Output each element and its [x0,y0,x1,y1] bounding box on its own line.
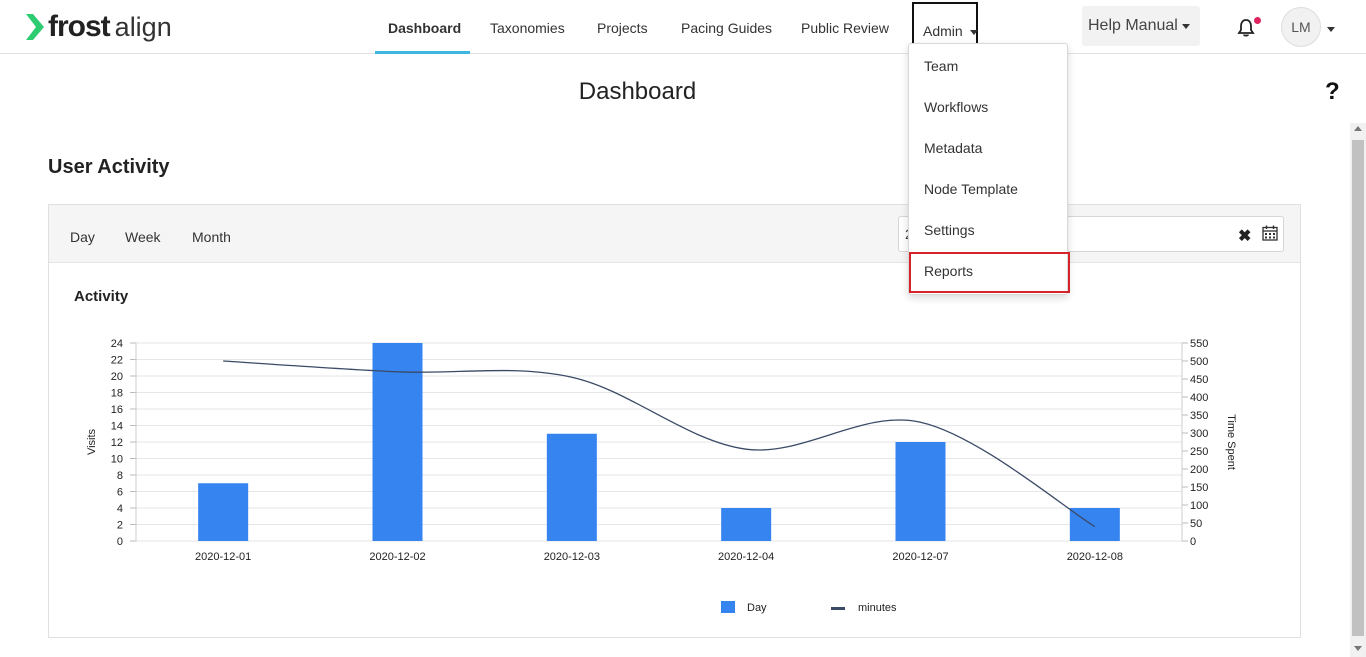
y-tick-label: 16 [111,404,123,416]
scroll-down-arrow-icon[interactable] [1354,646,1362,651]
chevron-down-icon [970,30,978,35]
user-avatar[interactable]: LM [1281,7,1321,47]
menu-item-workflows[interactable]: Workflows [924,99,988,115]
y2-tick-label: 500 [1190,356,1208,368]
y-tick-label: 24 [111,338,123,350]
y-tick-label: 0 [117,536,123,548]
help-manual-label: Help Manual [1088,17,1178,34]
y-tick-label: 2 [117,520,123,532]
y-tick-label: 20 [111,371,123,383]
top-navbar: frost align Dashboard Taxonomies Project… [0,0,1366,54]
active-nav-indicator [375,51,470,54]
x-tick-label: 2020-12-02 [369,551,425,563]
y2-tick-label: 0 [1190,536,1196,548]
help-manual-button[interactable]: Help Manual [1082,6,1200,46]
y2-tick-label: 250 [1190,446,1208,458]
x-tick-label: 2020-12-04 [718,551,774,563]
menu-item-team[interactable]: Team [924,58,958,74]
brand-chevron-icon [26,14,44,40]
menu-item-node-template[interactable]: Node Template [924,181,1018,197]
bar [895,442,946,541]
page-title: Dashboard [578,78,697,105]
y2-tick-label: 150 [1190,482,1208,494]
chevron-down-icon[interactable] [1327,27,1335,32]
x-tick-label: 2020-12-01 [195,551,251,563]
x-tick-label: 2020-12-08 [1067,551,1123,563]
avatar-initials: LM [1291,19,1311,35]
nav-projects[interactable]: Projects [597,0,648,54]
question-help-icon[interactable]: ? [1325,78,1340,106]
bar [721,508,772,541]
y2-axis-label: Time Spent [1225,414,1237,470]
legend-day-label: Day [747,602,767,614]
y2-tick-label: 450 [1190,374,1208,386]
brand-name: frost [48,10,111,43]
legend-day-swatch [721,601,735,613]
y-tick-label: 4 [117,503,123,515]
y2-tick-label: 100 [1190,500,1208,512]
y-tick-label: 14 [111,421,123,433]
frost-align-logo[interactable]: frost align [24,10,172,43]
y-tick-label: 10 [111,454,123,466]
y-axis-label: Visits [86,428,98,455]
scroll-up-arrow-icon[interactable] [1354,126,1362,131]
reports-highlight-box [909,252,1070,293]
user-activity-card: Day Week Month 2 ✖ Activity 024681012141… [48,204,1301,638]
scrollbar-thumb[interactable] [1352,140,1364,636]
legend-minutes-label: minutes [858,602,897,614]
menu-item-settings[interactable]: Settings [924,222,975,238]
minutes-line [223,360,1096,528]
y-tick-label: 8 [117,470,123,482]
menu-item-metadata[interactable]: Metadata [924,140,982,156]
bar [198,483,249,541]
x-tick-label: 2020-12-07 [892,551,948,563]
y2-tick-label: 350 [1190,410,1208,422]
nav-pacing-guides[interactable]: Pacing Guides [681,0,772,54]
chevron-down-icon [1182,24,1190,29]
user-activity-title: User Activity [48,156,170,178]
brand-product: align [114,11,172,42]
y2-tick-label: 50 [1190,518,1202,530]
y2-tick-label: 200 [1190,464,1208,476]
nav-taxonomies[interactable]: Taxonomies [490,0,565,54]
bell-icon[interactable] [1236,18,1256,38]
nav-dashboard[interactable]: Dashboard [388,0,461,54]
legend-minutes-swatch [831,607,845,610]
y2-tick-label: 300 [1190,428,1208,440]
y-tick-label: 12 [111,437,123,449]
y-tick-label: 6 [117,487,123,499]
x-tick-label: 2020-12-03 [544,551,600,563]
y2-tick-label: 400 [1190,392,1208,404]
notification-dot [1254,17,1261,24]
y-tick-label: 22 [111,355,123,367]
y2-tick-label: 550 [1190,338,1208,350]
nav-public-review[interactable]: Public Review [801,0,889,54]
bar [546,433,597,541]
activity-chart: 0246810121416182022240501001502002503003… [86,338,1237,614]
bar [1069,508,1120,541]
y-tick-label: 18 [111,388,123,400]
